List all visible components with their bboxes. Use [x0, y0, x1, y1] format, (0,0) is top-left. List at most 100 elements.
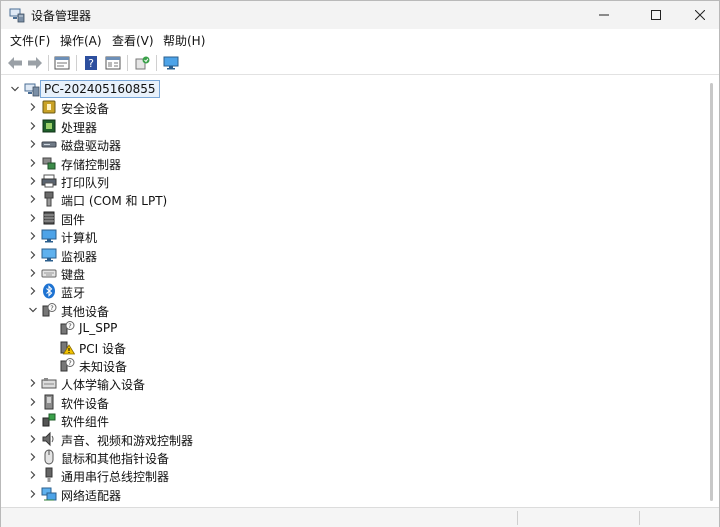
tree-category-label[interactable]: 键盘	[61, 266, 85, 283]
disk-drive-icon	[41, 141, 57, 148]
status-divider	[517, 511, 518, 525]
tree-root-label[interactable]: PC-202405160855	[40, 80, 160, 98]
tree-category-label[interactable]: 声音、视频和游戏控制器	[61, 432, 193, 449]
minimize-icon	[599, 14, 609, 16]
tree-category-row[interactable]: 声音、视频和游戏控制器	[1, 430, 701, 448]
port-icon	[44, 191, 54, 207]
scrollbar-thumb[interactable]	[710, 83, 713, 501]
chevron-right-icon[interactable]	[27, 414, 39, 426]
bluetooth-icon	[43, 283, 55, 299]
menu-help[interactable]: 帮助(H)	[163, 32, 205, 49]
tree-device-label[interactable]: JL_SPP	[79, 321, 117, 335]
svg-text:?: ?	[88, 57, 94, 70]
maximize-button[interactable]	[633, 1, 679, 29]
chevron-right-icon[interactable]	[27, 212, 39, 224]
chevron-down-icon[interactable]	[27, 304, 39, 316]
tree-device-label[interactable]: 未知设备	[79, 358, 127, 375]
toolbar-separator	[76, 55, 77, 71]
tree-category-row[interactable]: 软件设备	[1, 393, 701, 411]
monitor-icon	[41, 248, 57, 262]
tree-device-row[interactable]: PCI 设备	[1, 338, 701, 356]
title-bar: 设备管理器	[1, 1, 719, 29]
menu-view[interactable]: 查看(V)	[112, 32, 154, 49]
tree-category-row[interactable]: 磁盘驱动器	[1, 135, 701, 153]
tree-category-row[interactable]: ? 其他设备	[1, 301, 701, 319]
help-button[interactable]: ?	[82, 54, 100, 72]
scan-hardware-button[interactable]	[162, 54, 180, 72]
tree-category-label[interactable]: 蓝牙	[61, 284, 85, 301]
vertical-scrollbar[interactable]	[705, 77, 719, 507]
chevron-right-icon[interactable]	[27, 230, 39, 242]
chevron-right-icon[interactable]	[27, 451, 39, 463]
svg-text:?: ?	[68, 359, 71, 367]
tree-category-row[interactable]: 键盘	[1, 264, 701, 282]
view-icon	[105, 56, 121, 70]
tree-category-row[interactable]: 固件	[1, 209, 701, 227]
tree-category-row[interactable]: 网络适配器	[1, 485, 701, 503]
device-manager-window: 设备管理器 文件(F) 操作(A) 查看(V) 帮助(H) ? PC-20240…	[0, 0, 720, 527]
tree-device-row[interactable]: ? 未知设备	[1, 356, 701, 374]
tree-category-row[interactable]: 安全设备	[1, 98, 701, 116]
view-button[interactable]	[104, 54, 122, 72]
tree-category-label[interactable]: 软件设备	[61, 395, 109, 412]
tree-category-label[interactable]: 鼠标和其他指针设备	[61, 450, 169, 467]
tree-category-label[interactable]: 固件	[61, 211, 85, 228]
toolbar-separator	[48, 55, 49, 71]
chevron-right-icon[interactable]	[27, 267, 39, 279]
tree-category-row[interactable]: 人体学输入设备	[1, 374, 701, 392]
chevron-right-icon[interactable]	[27, 469, 39, 481]
tree-category-label[interactable]: 安全设备	[61, 100, 109, 117]
chevron-right-icon[interactable]	[27, 249, 39, 261]
tree-category-label[interactable]: 人体学输入设备	[61, 376, 145, 393]
tree-device-row[interactable]: ? JL_SPP	[1, 319, 701, 337]
tree-category-label[interactable]: 存储控制器	[61, 156, 121, 173]
tree-category-row[interactable]: 监视器	[1, 246, 701, 264]
tree-category-label[interactable]: 软件组件	[61, 413, 109, 430]
chevron-right-icon[interactable]	[27, 175, 39, 187]
chevron-right-icon[interactable]	[27, 433, 39, 445]
forward-button[interactable]	[26, 54, 44, 72]
computer-root-icon	[24, 83, 40, 97]
tree-category-label[interactable]: 通用串行总线控制器	[61, 468, 169, 485]
tree-category-row[interactable]: 存储控制器	[1, 154, 701, 172]
chevron-right-icon[interactable]	[27, 396, 39, 408]
tree-category-row[interactable]: 打印队列	[1, 172, 701, 190]
tree-category-row[interactable]: 处理器	[1, 117, 701, 135]
tree-category-row[interactable]: 软件组件	[1, 411, 701, 429]
toolbar: ?	[1, 51, 719, 75]
chevron-right-icon[interactable]	[27, 101, 39, 113]
tree-category-label[interactable]: 监视器	[61, 248, 97, 265]
chevron-right-icon[interactable]	[27, 120, 39, 132]
unknown-device-icon: ?	[42, 302, 57, 317]
printer-icon	[41, 174, 57, 188]
chevron-right-icon[interactable]	[27, 488, 39, 500]
close-button[interactable]	[677, 1, 720, 29]
tree-category-row[interactable]: 通用串行总线控制器	[1, 466, 701, 484]
back-button[interactable]	[6, 54, 24, 72]
tree-category-label[interactable]: 端口 (COM 和 LPT)	[61, 192, 167, 209]
tree-category-label[interactable]: 磁盘驱动器	[61, 137, 121, 154]
menu-action[interactable]: 操作(A)	[60, 32, 102, 49]
tree-category-label[interactable]: 网络适配器	[61, 487, 121, 504]
tree-category-label[interactable]: 打印队列	[61, 174, 109, 191]
menu-file[interactable]: 文件(F)	[10, 32, 50, 49]
chevron-right-icon[interactable]	[27, 193, 39, 205]
tree-category-row[interactable]: 鼠标和其他指针设备	[1, 448, 701, 466]
chevron-right-icon[interactable]	[27, 377, 39, 389]
tree-category-label[interactable]: 处理器	[61, 119, 97, 136]
chevron-right-icon[interactable]	[27, 285, 39, 297]
properties-button[interactable]	[53, 54, 71, 72]
tree-category-label[interactable]: 计算机	[61, 229, 97, 246]
tree-device-label[interactable]: PCI 设备	[79, 340, 126, 357]
tree-category-row[interactable]: 计算机	[1, 227, 701, 245]
chevron-down-icon[interactable]	[9, 83, 21, 95]
tree-category-row[interactable]: 蓝牙	[1, 282, 701, 300]
chevron-right-icon[interactable]	[27, 138, 39, 150]
tree-category-label[interactable]: 其他设备	[61, 303, 109, 320]
minimize-button[interactable]	[581, 1, 627, 29]
chevron-right-icon[interactable]	[27, 157, 39, 169]
update-driver-button[interactable]	[133, 54, 151, 72]
tree-root-row[interactable]: PC-202405160855	[1, 80, 701, 98]
back-arrow-icon	[8, 57, 22, 69]
tree-category-row[interactable]: 端口 (COM 和 LPT)	[1, 190, 701, 208]
